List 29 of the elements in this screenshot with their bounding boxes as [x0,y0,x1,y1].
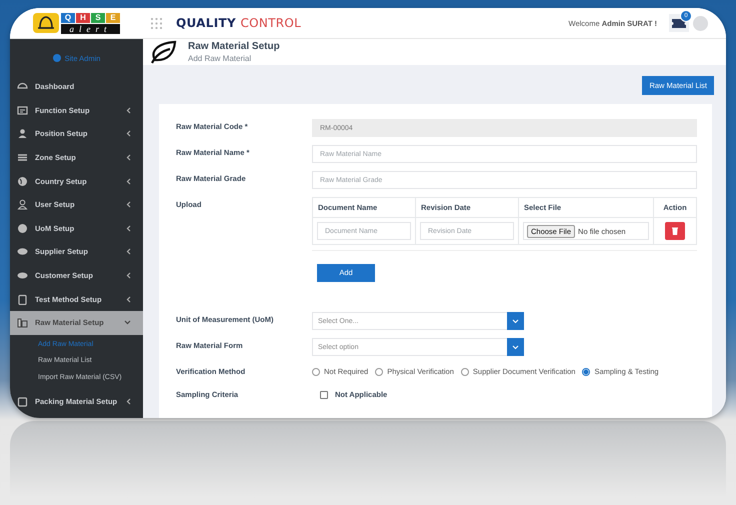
radio-button[interactable] [460,368,469,376]
status-dot [52,54,61,62]
bell-logo-icon [33,13,59,33]
bars-icon [17,152,28,164]
clipboard-icon [17,294,28,305]
ticket-icon [672,18,686,28]
person-icon [17,199,28,210]
radio-button[interactable] [312,368,320,376]
app-title: QUALITY CONTROL [176,16,302,30]
card-icon [17,104,28,116]
checkbox[interactable] [320,390,328,398]
boxes-icon [17,317,28,328]
radio-button[interactable] [582,368,590,376]
logo-letter: E [106,12,120,22]
leaf-icon [148,39,178,65]
logo-letter: S [91,12,105,22]
box-icon [17,396,28,408]
person-icon [17,128,28,140]
trash-icon [672,227,678,235]
logo-letter: H [76,12,90,22]
chevron-down-icon [512,318,519,324]
logo-subtext: alert [61,24,120,34]
page-subtitle: Add Raw Material [188,54,252,63]
radio-button[interactable] [375,368,384,376]
chevron-down-icon [512,344,519,350]
delete-button[interactable] [665,222,685,240]
logo-letter: Q [61,12,75,22]
page-title: Raw Material Setup [188,41,280,52]
grid-menu-icon[interactable] [151,18,162,28]
